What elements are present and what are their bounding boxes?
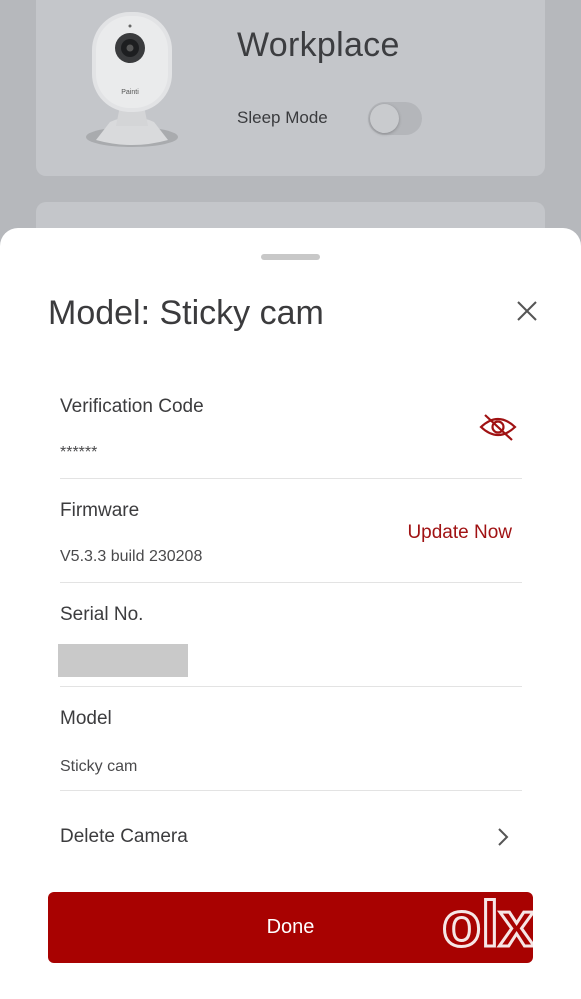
sleep-mode-toggle[interactable] (368, 102, 422, 135)
firmware-label: Firmware (60, 500, 140, 521)
delete-camera-row[interactable]: Delete Camera (60, 812, 522, 862)
toggle-knob (370, 104, 399, 133)
camera-brand-text: Painti (121, 89, 139, 96)
eye-off-icon[interactable] (478, 412, 518, 442)
verification-code-label: Verification Code (60, 396, 204, 417)
model-value: Sticky cam (60, 758, 138, 775)
serial-number-row: Serial No. (58, 604, 522, 687)
chevron-right-icon (498, 828, 509, 846)
sheet-title: Model: Sticky cam (48, 294, 324, 332)
camera-thumbnail: Painti (86, 12, 178, 147)
delete-camera-label: Delete Camera (60, 826, 188, 847)
sleep-mode-label: Sleep Mode (237, 108, 328, 127)
serial-number-redacted (58, 644, 188, 677)
serial-number-label: Serial No. (60, 604, 144, 625)
close-icon[interactable] (514, 298, 540, 324)
verification-code-value: ****** (60, 444, 98, 461)
model-row: Model Sticky cam (60, 708, 522, 791)
verification-code-row: Verification Code ****** (60, 396, 522, 479)
svg-text:olx: olx (442, 888, 535, 960)
firmware-row: Firmware V5.3.3 build 230208 Update Now (60, 500, 522, 583)
update-now-link[interactable]: Update Now (407, 522, 512, 544)
model-label: Model (60, 708, 112, 729)
device-name: Workplace (237, 26, 400, 64)
drag-handle[interactable] (261, 254, 320, 260)
firmware-version: V5.3.3 build 230208 (60, 548, 203, 565)
olx-watermark: olx (442, 887, 536, 962)
